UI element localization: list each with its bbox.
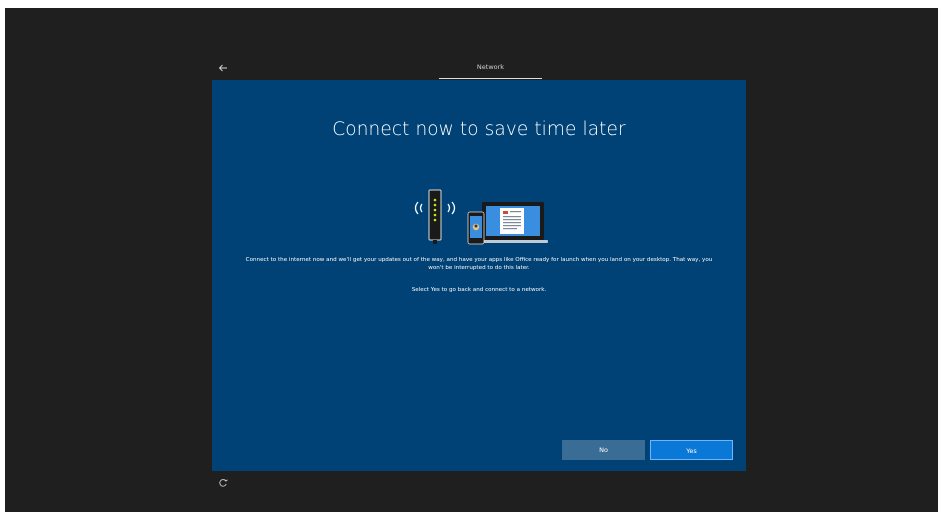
- content-panel: Connect now to save time later Connect t…: [212, 80, 746, 471]
- back-button[interactable]: [212, 60, 234, 76]
- ease-of-access-icon: [219, 479, 228, 487]
- yes-button[interactable]: Yes: [650, 440, 733, 460]
- ease-of-access-button[interactable]: [217, 478, 229, 490]
- description-text: Connect to the internet now and we'll ge…: [245, 257, 713, 271]
- no-button[interactable]: No: [562, 440, 645, 460]
- hint-text: Select Yes to go back and connect to a n…: [411, 287, 547, 293]
- router-and-devices-icon: [414, 189, 548, 245]
- screen: Network Connect now to save time later C…: [0, 0, 942, 518]
- tab-network-label: Network: [476, 63, 505, 71]
- tab-network: Network: [439, 60, 542, 79]
- tab-underline: [439, 78, 542, 79]
- page-title: Connect now to save time later: [332, 119, 626, 140]
- arrow-left-icon: [218, 64, 227, 72]
